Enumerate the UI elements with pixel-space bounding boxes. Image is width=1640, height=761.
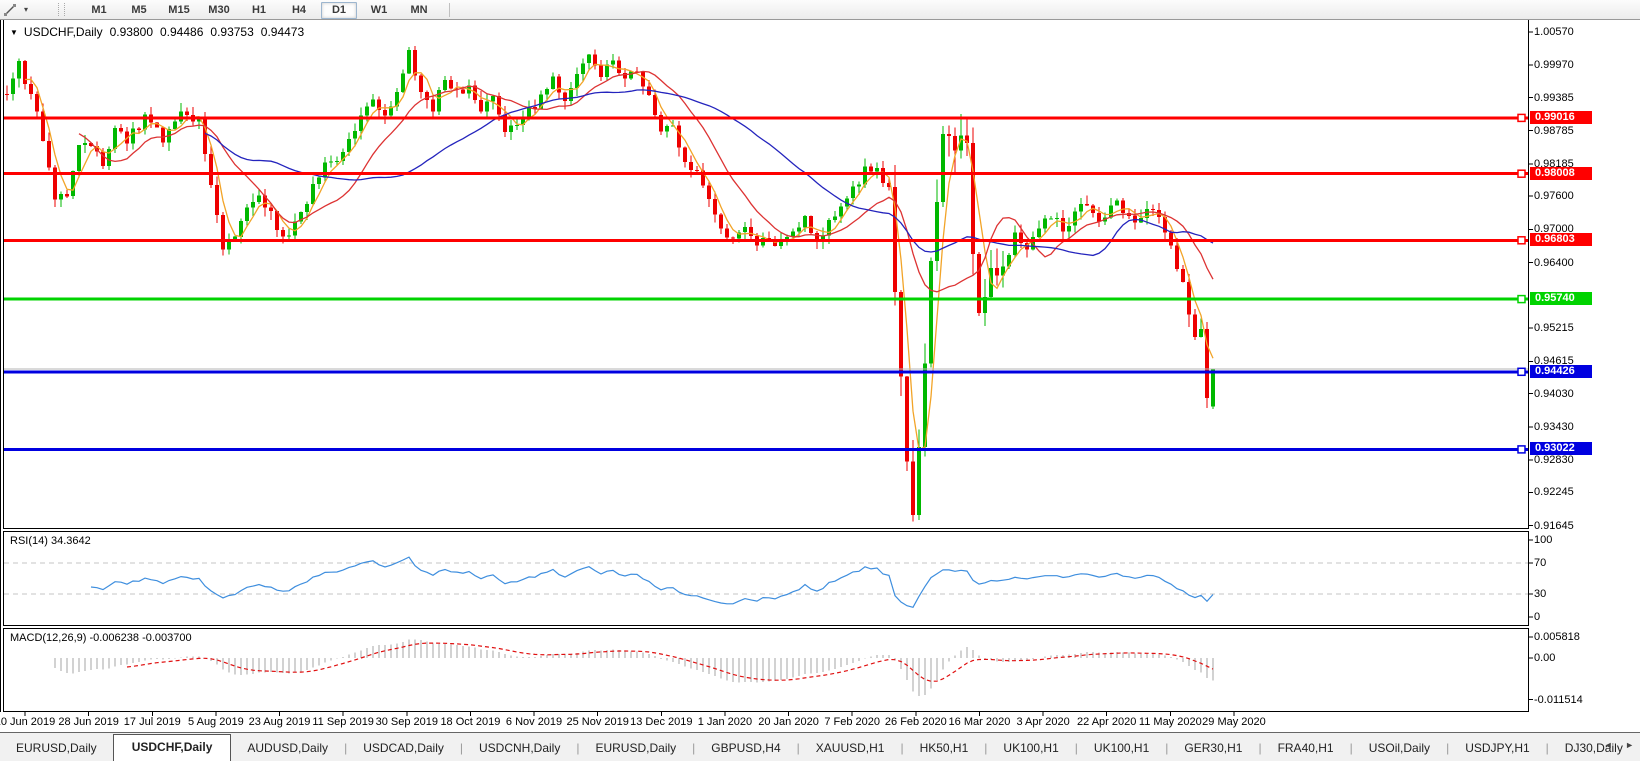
- chart-tab-usoil-daily[interactable]: USOil,Daily: [1353, 737, 1446, 761]
- time-axis-label: 11 May 2020: [1139, 716, 1202, 728]
- ohlc-low: 0.93753: [210, 25, 253, 39]
- time-axis-label: 18 Oct 2019: [440, 716, 500, 728]
- timeframe-button-M30[interactable]: M30: [201, 2, 237, 19]
- hline-price-label[interactable]: 0.96803: [1530, 233, 1592, 246]
- hline-price-label[interactable]: 0.93022: [1530, 442, 1592, 455]
- tool-dropdown-arrow[interactable]: ▾: [20, 5, 32, 14]
- macd-axis-label: 0.00: [1534, 652, 1555, 664]
- ohlc-high: 0.94486: [160, 25, 203, 39]
- toolbar-grip[interactable]: [58, 3, 65, 16]
- time-axis-label: 28 Jun 2019: [58, 716, 119, 728]
- price-axis-label: 0.95215: [1534, 322, 1574, 334]
- timeframe-button-H1[interactable]: H1: [241, 2, 277, 19]
- timeframe-button-M5[interactable]: M5: [121, 2, 157, 19]
- timeframe-group: M1M5M15M30H1H4D1W1MN: [79, 0, 439, 19]
- tab-scroll-left-icon[interactable]: ◄: [1604, 740, 1613, 750]
- price-axis-label: 0.96400: [1534, 257, 1574, 269]
- price-axis-label: 1.00570: [1534, 26, 1574, 38]
- chart-canvas[interactable]: [0, 0, 1640, 760]
- rsi-axis-label: 100: [1534, 534, 1552, 546]
- tab-scroll-arrows: ◄ ►: [1594, 740, 1634, 750]
- timeframe-button-H4[interactable]: H4: [281, 2, 317, 19]
- rsi-axis-label: 30: [1534, 588, 1546, 600]
- time-axis-label: 26 Feb 2020: [885, 716, 947, 728]
- timeframe-button-MN[interactable]: MN: [401, 2, 437, 19]
- time-axis-label: 1 Jan 2020: [698, 716, 752, 728]
- top-toolbar: ▾ M1M5M15M30H1H4D1W1MN: [0, 0, 1640, 20]
- time-axis-label: 29 May 2020: [1202, 716, 1266, 728]
- chart-tab-hk50-h1[interactable]: HK50,H1: [904, 737, 985, 761]
- chart-left-edge: [0, 19, 1, 712]
- symbol-period: USDCHF,Daily: [24, 25, 103, 39]
- timeframe-button-M1[interactable]: M1: [81, 2, 117, 19]
- rsi-indicator-label: RSI(14) 34.3642: [10, 535, 91, 547]
- time-axis-label: 16 Mar 2020: [949, 716, 1011, 728]
- time-axis-label: 22 Apr 2020: [1077, 716, 1136, 728]
- chart-tab-gbpusd-h4[interactable]: GBPUSD,H4: [695, 737, 796, 761]
- time-axis-label: 13 Dec 2019: [630, 716, 692, 728]
- macd-axis-label: -0.011514: [1534, 694, 1583, 706]
- time-axis-label: 20 Jan 2020: [758, 716, 819, 728]
- hline-price-label[interactable]: 0.98008: [1530, 167, 1592, 180]
- price-axis-label: 0.93430: [1534, 421, 1574, 433]
- macd-axis-label: 0.005818: [1534, 631, 1580, 643]
- time-axis-label: 7 Feb 2020: [824, 716, 880, 728]
- chart-tab-usdcnh-daily[interactable]: USDCNH,Daily: [463, 737, 576, 761]
- price-axis-label: 0.98785: [1534, 125, 1574, 137]
- time-axis-label: 25 Nov 2019: [566, 716, 628, 728]
- ohlc-open: 0.93800: [110, 25, 153, 39]
- price-axis-label: 0.92245: [1534, 486, 1574, 498]
- chart-tab-bar: EURUSD,DailyUSDCHF,DailyAUDUSD,Daily|USD…: [0, 732, 1640, 761]
- chart-tab-ger30-h1[interactable]: GER30,H1: [1168, 737, 1258, 761]
- toolbar-separator: [449, 3, 450, 17]
- time-axis-label: 10 Jun 2019: [0, 716, 55, 728]
- time-axis-label: 5 Aug 2019: [188, 716, 244, 728]
- chart-tab-xauusd-h1[interactable]: XAUUSD,H1: [800, 737, 901, 761]
- timeframe-button-M15[interactable]: M15: [161, 2, 197, 19]
- chart-tab-uk100-h1[interactable]: UK100,H1: [987, 737, 1074, 761]
- chart-tab-fra40-h1[interactable]: FRA40,H1: [1262, 737, 1350, 761]
- price-axis-label: 0.97600: [1534, 190, 1574, 202]
- time-axis-label: 6 Nov 2019: [506, 716, 562, 728]
- chart-tab-usdchf-daily[interactable]: USDCHF,Daily: [113, 734, 232, 761]
- chart-tab-usdjpy-h1[interactable]: USDJPY,H1: [1449, 737, 1545, 761]
- price-axis-label: 0.94030: [1534, 388, 1574, 400]
- price-axis-label: 0.99970: [1534, 59, 1574, 71]
- chart-tab-eurusd-daily[interactable]: EURUSD,Daily: [0, 737, 113, 761]
- macd-indicator-label: MACD(12,26,9) -0.006238 -0.003700: [10, 632, 192, 644]
- rsi-axis-label: 70: [1534, 557, 1546, 569]
- rsi-axis-label: 0: [1534, 611, 1540, 623]
- chart-tab-eurusd-daily[interactable]: EURUSD,Daily: [579, 737, 692, 761]
- symbol-dropdown-icon[interactable]: ▼: [10, 28, 18, 37]
- time-axis-label: 30 Sep 2019: [376, 716, 438, 728]
- time-axis-label: 17 Jul 2019: [124, 716, 181, 728]
- time-axis-label: 11 Sep 2019: [312, 716, 374, 728]
- tab-scroll-right-icon[interactable]: ►: [1625, 740, 1634, 750]
- chart-tab-audusd-daily[interactable]: AUDUSD,Daily: [231, 737, 344, 761]
- line-tool-icon[interactable]: [0, 1, 20, 18]
- hline-price-label[interactable]: 0.95740: [1530, 292, 1592, 305]
- timeframe-button-W1[interactable]: W1: [361, 2, 397, 19]
- timeframe-button-D1[interactable]: D1: [321, 2, 357, 19]
- line-tool-glyph: [3, 3, 17, 17]
- price-axis-label: 0.91645: [1534, 520, 1574, 532]
- hline-price-label[interactable]: 0.99016: [1530, 111, 1592, 124]
- chart-tab-uk100-h1[interactable]: UK100,H1: [1078, 737, 1165, 761]
- hline-price-label[interactable]: 0.94426: [1530, 365, 1592, 378]
- chart-tab-usdcad-daily[interactable]: USDCAD,Daily: [347, 737, 460, 761]
- price-axis-label: 0.99385: [1534, 92, 1574, 104]
- chart-title: ▼ USDCHF,Daily 0.93800 0.94486 0.93753 0.9447…: [10, 25, 304, 39]
- time-axis-label: 23 Aug 2019: [249, 716, 311, 728]
- mt4-terminal: { "toolbar": { "tool_icon": "line-tool",…: [0, 0, 1640, 760]
- price-axis-label: 0.92830: [1534, 454, 1574, 466]
- time-axis-label: 3 Apr 2020: [1016, 716, 1069, 728]
- ohlc-close: 0.94473: [261, 25, 304, 39]
